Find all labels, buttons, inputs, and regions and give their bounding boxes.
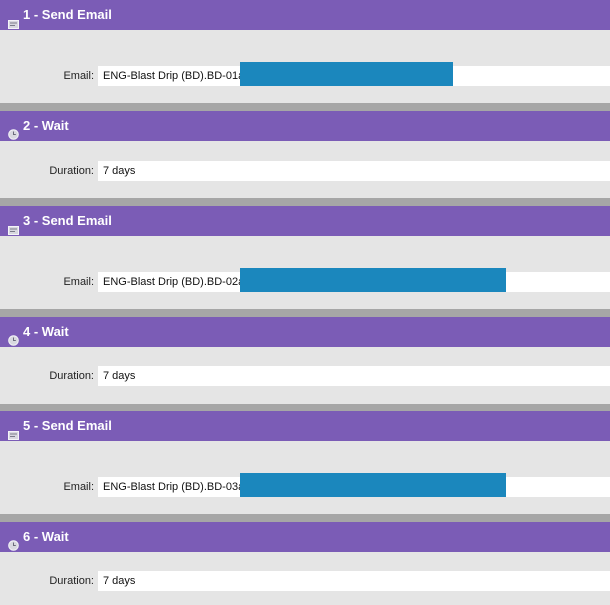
email-value: ENG-Blast Drip (BD).BD-01a: [103, 70, 245, 82]
duration-value: 7 days: [103, 575, 136, 587]
step-body: Duration: 7 days: [0, 552, 610, 605]
email-value: ENG-Blast Drip (BD).BD-03a: [103, 481, 245, 493]
step-body: Duration: 7 days: [0, 347, 610, 404]
duration-value: 7 days: [103, 165, 136, 177]
redaction-block: [240, 62, 453, 86]
flow-step-1[interactable]: 1 - Send Email Email: ENG-Blast Drip (BD…: [0, 0, 610, 103]
step-header[interactable]: 3 - Send Email: [0, 206, 610, 236]
email-field[interactable]: ENG-Blast Drip (BD).BD-02a: [98, 268, 610, 292]
duration-label: Duration:: [49, 165, 94, 177]
email-field[interactable]: ENG-Blast Drip (BD).BD-03a: [98, 473, 610, 497]
email-icon: [8, 421, 19, 440]
step-separator: [0, 198, 610, 206]
redaction-block: [240, 473, 506, 497]
step-separator: [0, 309, 610, 317]
clock-icon: [8, 327, 19, 346]
email-value: ENG-Blast Drip (BD).BD-02a: [103, 276, 245, 288]
email-field-row: Email: ENG-Blast Drip (BD).BD-03a: [0, 473, 610, 497]
flow-step-2[interactable]: 2 - Wait Duration: 7 days: [0, 111, 610, 198]
duration-label: Duration:: [49, 370, 94, 382]
duration-label: Duration:: [49, 575, 94, 587]
step-title: 6 - Wait: [23, 529, 69, 544]
step-header[interactable]: 1 - Send Email: [0, 0, 610, 30]
step-separator: [0, 514, 610, 522]
email-field-row: Email: ENG-Blast Drip (BD).BD-01a: [0, 62, 610, 86]
step-separator: [0, 103, 610, 111]
email-icon: [8, 10, 19, 29]
step-body: Email: ENG-Blast Drip (BD).BD-02a: [0, 236, 610, 309]
duration-field[interactable]: 7 days: [98, 571, 610, 591]
duration-field-row: Duration: 7 days: [0, 161, 610, 181]
step-title: 4 - Wait: [23, 324, 69, 339]
duration-field-row: Duration: 7 days: [0, 366, 610, 386]
duration-field[interactable]: 7 days: [98, 366, 610, 386]
step-body: Duration: 7 days: [0, 141, 610, 198]
step-header[interactable]: 4 - Wait: [0, 317, 610, 347]
redaction-block: [240, 268, 506, 292]
flow-step-5[interactable]: 5 - Send Email Email: ENG-Blast Drip (BD…: [0, 411, 610, 514]
step-body: Email: ENG-Blast Drip (BD).BD-01a: [0, 30, 610, 103]
flow-step-4[interactable]: 4 - Wait Duration: 7 days: [0, 317, 610, 404]
step-header[interactable]: 5 - Send Email: [0, 411, 610, 441]
flow-step-3[interactable]: 3 - Send Email Email: ENG-Blast Drip (BD…: [0, 206, 610, 309]
step-title: 5 - Send Email: [23, 418, 112, 433]
email-label: Email:: [63, 70, 94, 82]
clock-icon: [8, 121, 19, 140]
email-icon: [8, 216, 19, 235]
flow-steps-panel: 1 - Send Email Email: ENG-Blast Drip (BD…: [0, 0, 610, 605]
step-body: Email: ENG-Blast Drip (BD).BD-03a: [0, 441, 610, 514]
duration-field-row: Duration: 7 days: [0, 571, 610, 591]
duration-value: 7 days: [103, 370, 136, 382]
step-title: 3 - Send Email: [23, 213, 112, 228]
email-field[interactable]: ENG-Blast Drip (BD).BD-01a: [98, 62, 610, 86]
step-title: 1 - Send Email: [23, 7, 112, 22]
step-title: 2 - Wait: [23, 118, 69, 133]
step-header[interactable]: 6 - Wait: [0, 522, 610, 552]
email-field-row: Email: ENG-Blast Drip (BD).BD-02a: [0, 268, 610, 292]
flow-step-6[interactable]: 6 - Wait Duration: 7 days: [0, 522, 610, 605]
clock-icon: [8, 532, 19, 551]
email-label: Email:: [63, 481, 94, 493]
email-label: Email:: [63, 276, 94, 288]
step-header[interactable]: 2 - Wait: [0, 111, 610, 141]
duration-field[interactable]: 7 days: [98, 161, 610, 181]
